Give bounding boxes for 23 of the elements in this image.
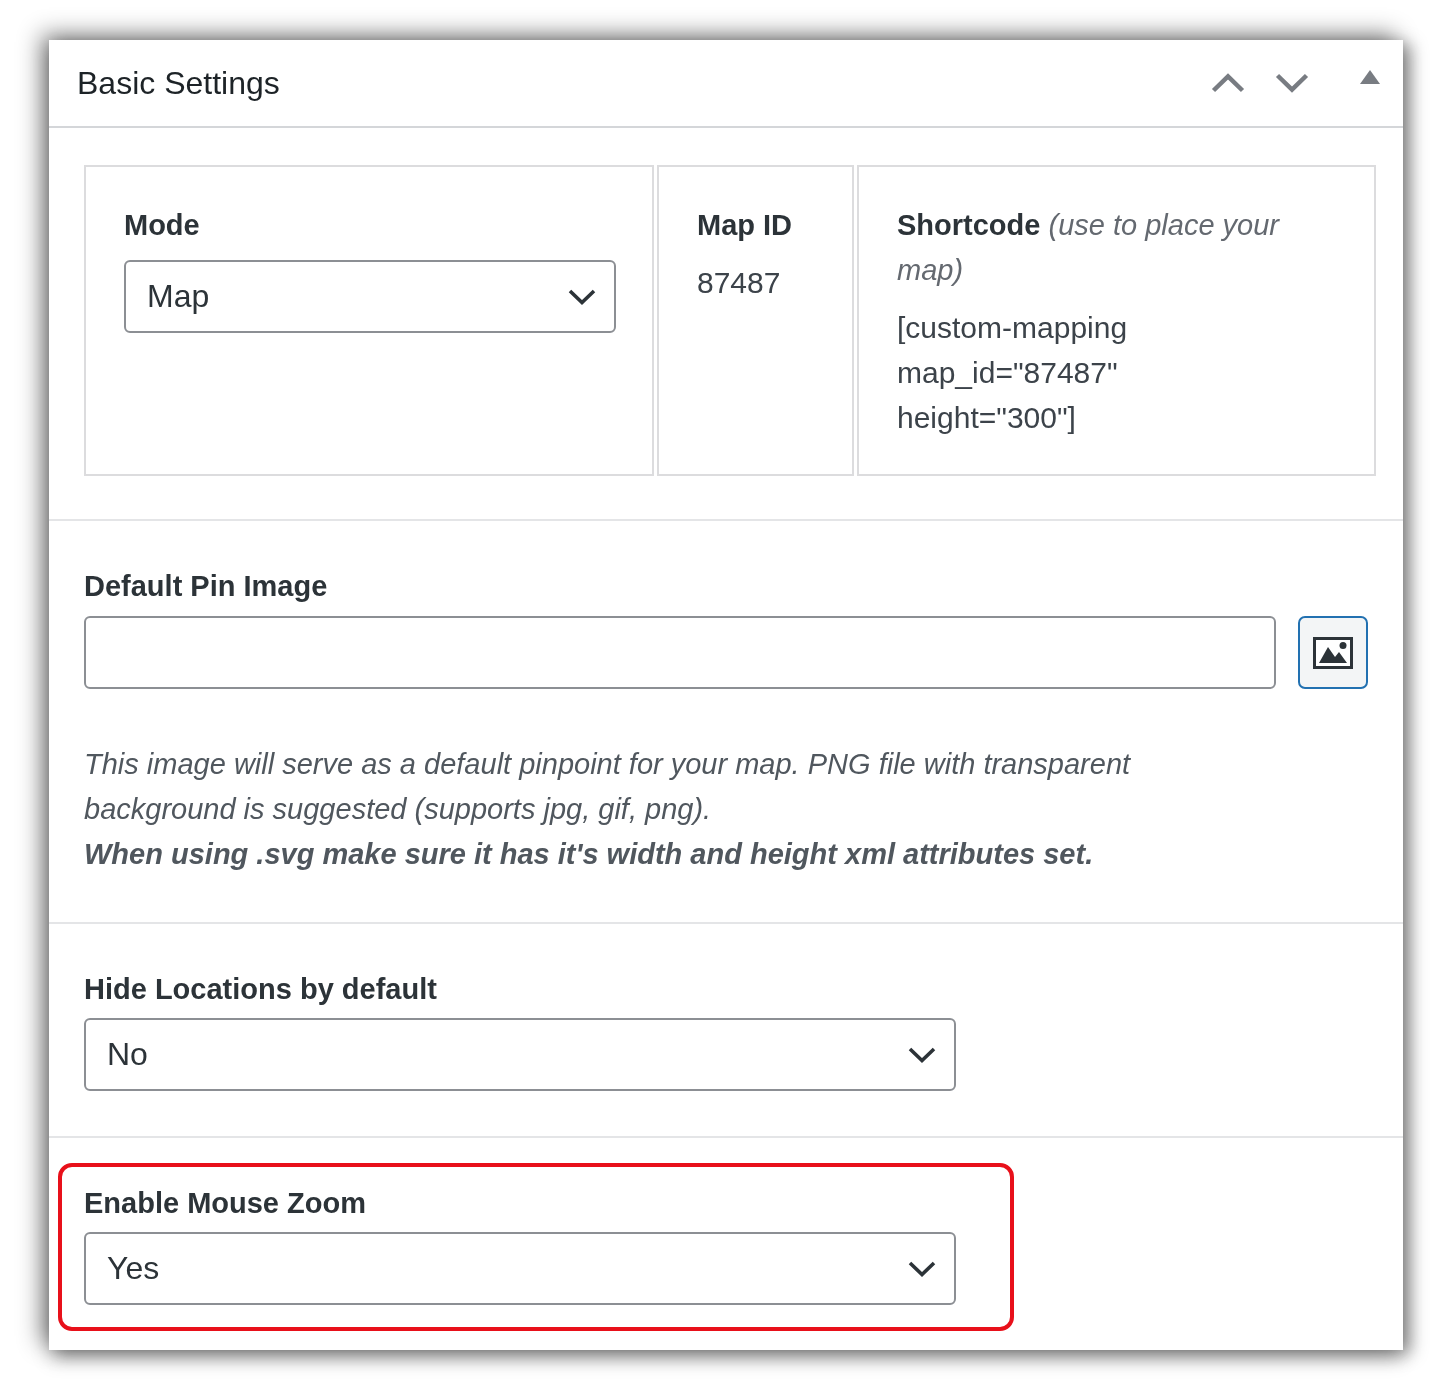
help-text: This image will serve as a default pinpoint for your map. PNG file with transparent background is suggested (supports jpg, gif, png).: [84, 747, 1132, 827]
chevron-down-icon: [908, 1046, 936, 1063]
field-label: Shortcode (use to place your map): [897, 208, 1281, 288]
chevron-down-icon: [1275, 73, 1309, 93]
value-text: 87487: [697, 265, 782, 301]
field-label: Enable Mouse Zoom: [84, 1186, 367, 1221]
panel-title: Basic Settings: [77, 64, 280, 103]
dropdown[interactable]: Map: [124, 260, 616, 333]
note-text: When using .svg make sure it has it's width and height xml attributes set.: [84, 837, 1095, 872]
image-icon: [1313, 636, 1353, 669]
triangle-up-icon: [1360, 70, 1380, 84]
dropdown[interactable]: Yes: [84, 1232, 956, 1305]
field-label: Map ID: [697, 208, 794, 243]
field-label: Hide Locations by default: [84, 972, 438, 1007]
shortcode-text: [custom-mapping map_id="87487" height="300"]: [897, 310, 1129, 436]
field-label: Default Pin Image: [84, 569, 329, 604]
chevron-up-icon: [1211, 73, 1245, 93]
chevron-down-icon: [568, 288, 596, 305]
dropdown[interactable]: No: [84, 1018, 956, 1091]
chevron-down-icon: [908, 1260, 936, 1277]
media-button[interactable]: [1298, 616, 1368, 689]
text-input[interactable]: [84, 616, 1276, 689]
field-label: Mode: [124, 208, 201, 243]
